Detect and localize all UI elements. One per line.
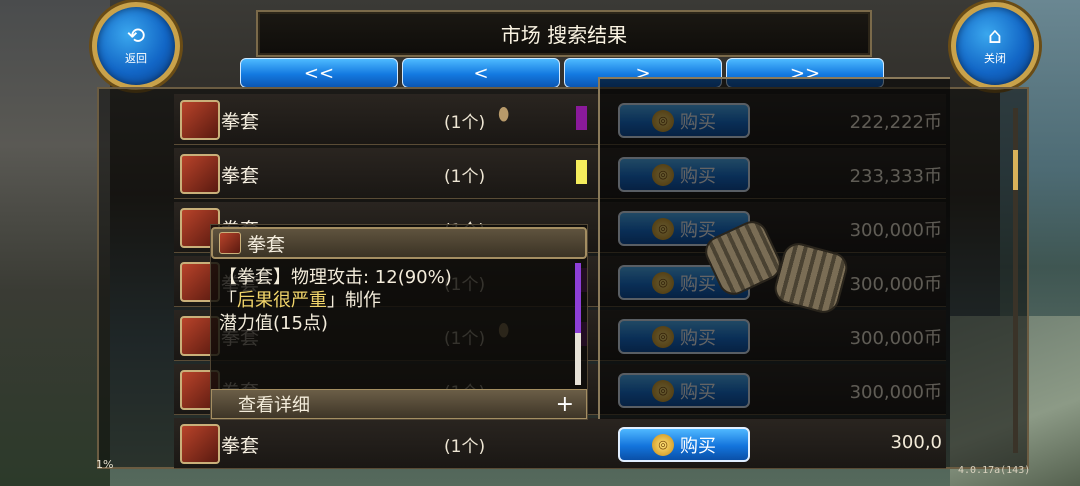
- coin-icon: ◎: [652, 433, 674, 456]
- page-title: 市场 搜索结果: [256, 10, 872, 57]
- item-price: 300,0: [890, 432, 942, 453]
- plus-icon: +: [555, 391, 574, 417]
- item-preview-panel: [598, 77, 950, 419]
- item-quantity: (1个): [444, 167, 486, 187]
- tooltip-potential-line: 潜力值(15点): [219, 313, 328, 334]
- view-details-label: 查看详细: [238, 395, 310, 416]
- list-scrollbar[interactable]: [1013, 108, 1018, 453]
- tooltip-scroll-thumb[interactable]: [575, 263, 581, 333]
- item-tooltip: 拳套 【拳套】物理攻击: 12(90%) 「后果很严重」制作 潜力值(15点) …: [210, 224, 588, 420]
- view-details-button[interactable]: 查看详细 +: [211, 389, 587, 419]
- item-quantity: (1个): [444, 113, 486, 133]
- tooltip-scrollbar[interactable]: [575, 263, 581, 385]
- pouch-icon: ⬮: [498, 104, 510, 125]
- item-quantity: (1个): [444, 437, 486, 457]
- buy-button[interactable]: ◎ 购买: [618, 427, 750, 462]
- buy-label: 购买: [680, 435, 716, 457]
- gauntlet-icon[interactable]: [180, 424, 220, 464]
- item-name: 拳套: [221, 111, 260, 133]
- listing-row[interactable]: 拳套 (1个) ◎ 购买 300,0: [174, 418, 946, 469]
- quality-bar: [576, 160, 587, 184]
- maker-prefix: 「: [219, 290, 237, 311]
- pager-first-button[interactable]: <<: [240, 58, 398, 88]
- gauntlet-model-right: [771, 239, 851, 317]
- maker-name: 后果很严重: [237, 290, 327, 311]
- gauntlet-icon: [219, 232, 241, 254]
- home-icon: ⌂: [988, 24, 1002, 49]
- version-label: 4.0.17a(143): [958, 465, 1031, 476]
- tooltip-header: 拳套: [211, 227, 587, 259]
- gauntlet-icon[interactable]: [180, 154, 220, 194]
- list-scroll-thumb[interactable]: [1013, 150, 1018, 190]
- background-scene-left: [0, 0, 110, 486]
- pager-prev-button[interactable]: <: [402, 58, 560, 88]
- item-name: 拳套: [221, 165, 260, 187]
- gauntlet-model-left: [699, 215, 787, 301]
- gauntlet-icon[interactable]: [180, 100, 220, 140]
- return-arrow-icon: ⟲: [126, 24, 146, 49]
- maker-suffix: 」制作: [327, 290, 381, 311]
- close-button[interactable]: ⌂ 关闭: [951, 2, 1039, 90]
- quality-bar: [576, 106, 587, 130]
- back-label: 返回: [125, 52, 147, 65]
- item-name: 拳套: [221, 435, 260, 457]
- close-label: 关闭: [984, 52, 1006, 65]
- status-percent: 1%: [96, 458, 114, 471]
- tooltip-title: 拳套: [247, 233, 286, 256]
- back-button[interactable]: ⟲ 返回: [92, 2, 180, 90]
